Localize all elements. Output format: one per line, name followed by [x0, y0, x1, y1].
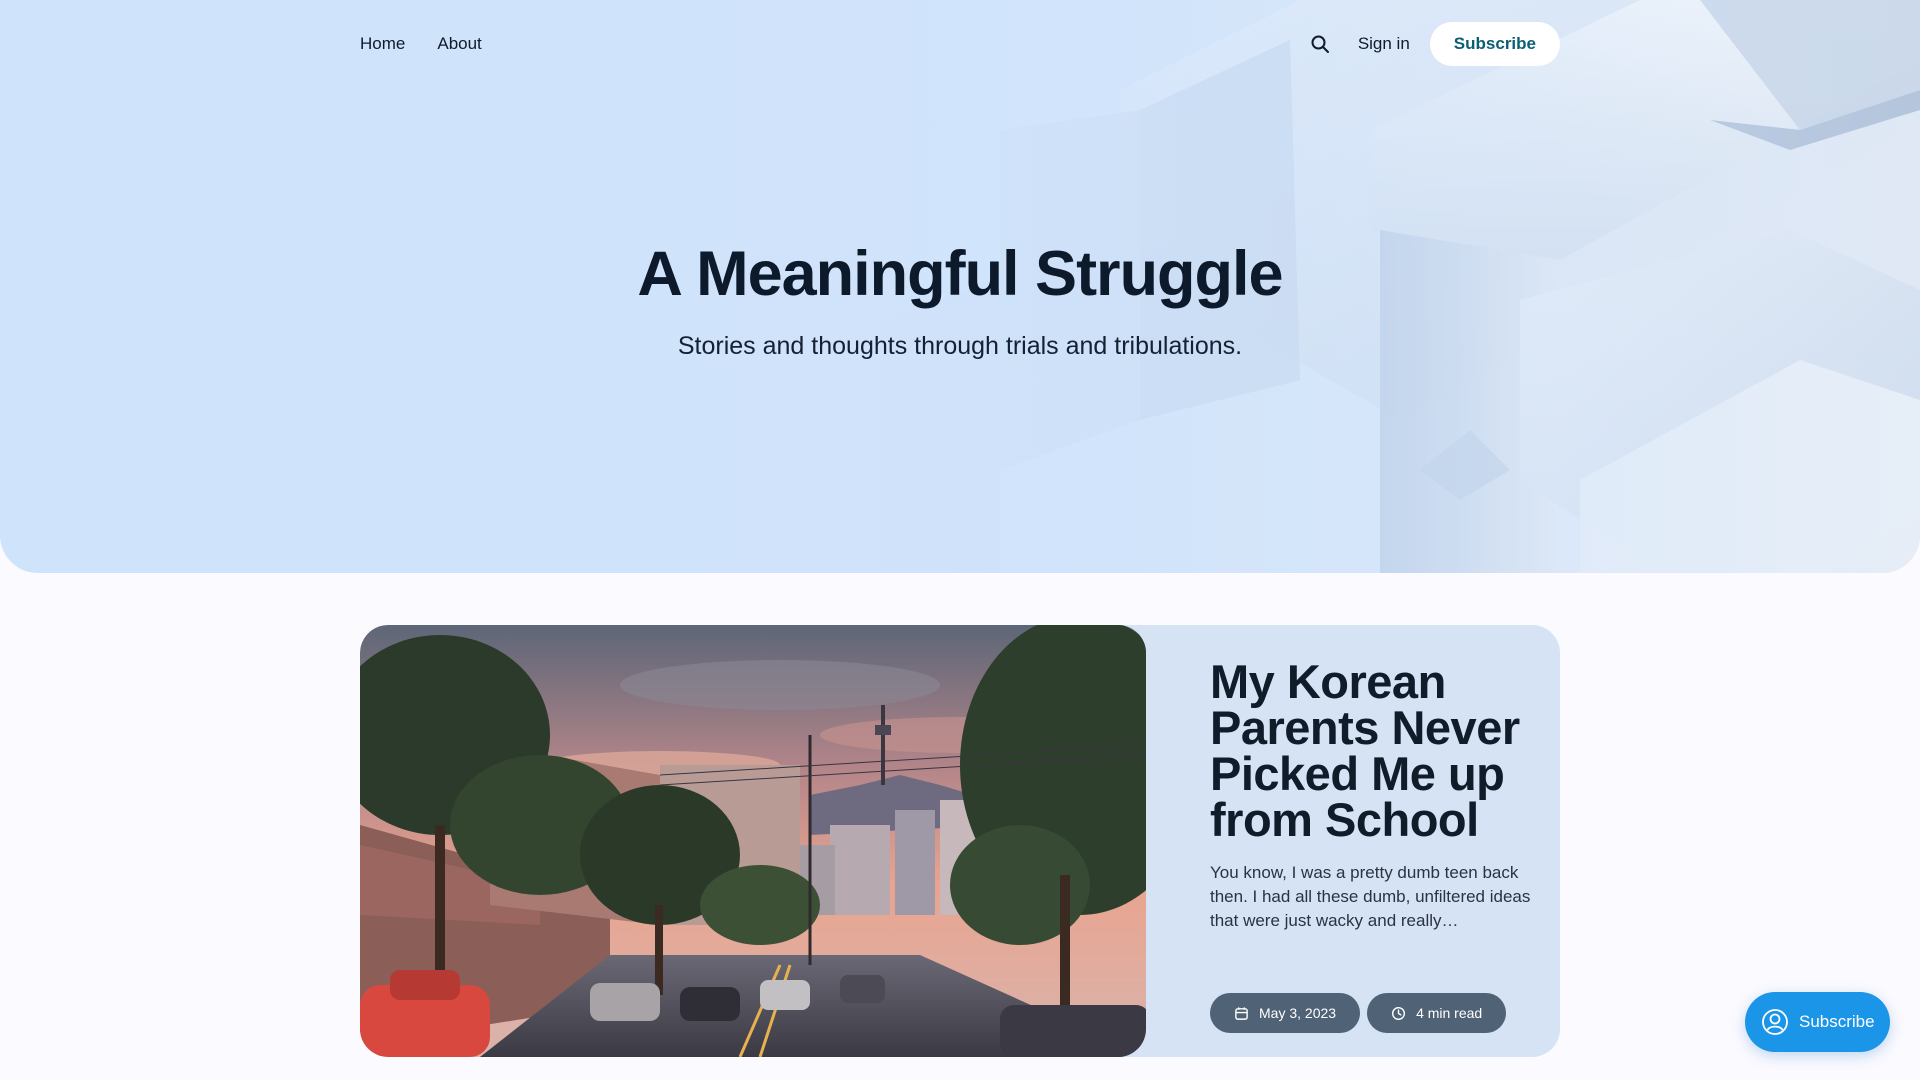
read-time: 4 min read	[1416, 1005, 1483, 1021]
portal-subscribe-button[interactable]: Subscribe	[1745, 992, 1890, 1052]
portal-subscribe-label: Subscribe	[1799, 1012, 1875, 1031]
search-button[interactable]	[1306, 30, 1334, 58]
subscribe-button[interactable]: Subscribe	[1429, 22, 1560, 66]
hero-header: Home About Sign in Subscribe A Meaningfu…	[0, 0, 1920, 573]
post-meta: May 3, 2023 4 min read	[1210, 993, 1507, 1033]
search-icon	[1311, 35, 1329, 53]
calendar-icon	[1235, 1006, 1248, 1020]
post-date-badge: May 3, 2023	[1210, 993, 1361, 1033]
user-circle-icon	[1762, 1009, 1788, 1035]
site-title: A Meaningful Struggle	[637, 239, 1283, 309]
top-navigation: Home About Sign in Subscribe	[360, 22, 1560, 66]
site-description: Stories and thoughts through trials and …	[677, 332, 1243, 360]
featured-post-card[interactable]: My Korean Parents Never Picked Me up fro…	[360, 625, 1560, 1057]
post-title[interactable]: My Korean Parents Never Picked Me up fro…	[1210, 658, 1535, 843]
read-time-badge: 4 min read	[1367, 993, 1507, 1033]
nav-link-home[interactable]: Home	[360, 34, 405, 54]
post-date: May 3, 2023	[1259, 1005, 1337, 1021]
nav-link-about[interactable]: About	[437, 34, 481, 54]
clock-icon	[1392, 1006, 1406, 1020]
featured-post-image[interactable]	[360, 625, 1146, 1057]
signin-link[interactable]: Sign in	[1358, 34, 1410, 54]
nav-links: Home About	[360, 34, 482, 54]
post-excerpt: You know, I was a pretty dumb teen back …	[1210, 863, 1531, 930]
street-scene-image	[360, 625, 1146, 1057]
featured-post-content: My Korean Parents Never Picked Me up fro…	[1210, 658, 1535, 933]
nav-actions: Sign in Subscribe	[1306, 22, 1560, 66]
